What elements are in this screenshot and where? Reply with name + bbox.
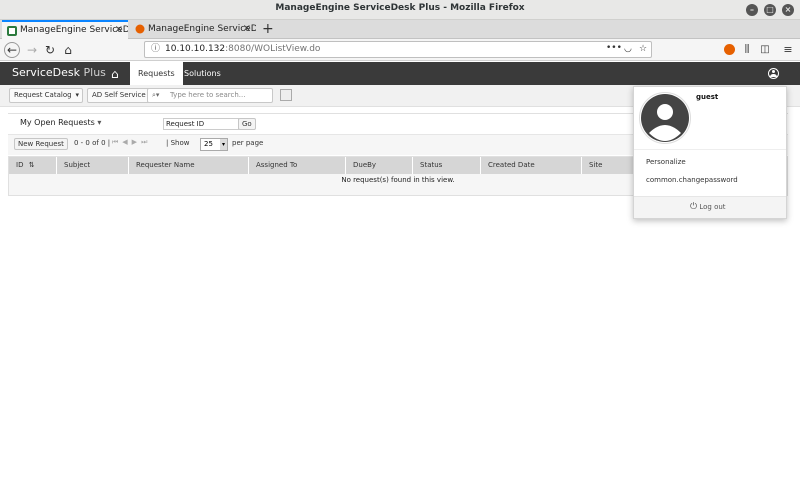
logout-button[interactable]: ⏻ Log out <box>690 202 726 212</box>
column-header-assigned[interactable]: Assigned To <box>249 157 346 174</box>
window-title: ManageEngine ServiceDesk Plus - Mozilla … <box>275 3 525 13</box>
url-host: 10.10.10.132 <box>165 44 226 54</box>
column-header-dueby[interactable]: DueBy <box>346 157 413 174</box>
menu-item-change-password[interactable]: common.changepassword <box>646 176 738 184</box>
window-titlebar: ManageEngine ServiceDesk Plus - Mozilla … <box>0 0 800 20</box>
browser-tab-1[interactable]: ManageEngine ServiceDe × <box>2 20 128 39</box>
url-bar[interactable]: ⓘ 10.10.10.132:8080/WOListView.do ••• ◡ … <box>144 41 652 58</box>
home-nav-icon[interactable]: ⌂ <box>111 67 119 81</box>
chevron-down-icon: ▾ <box>97 118 102 127</box>
request-search-field[interactable]: Request ID <box>163 118 239 130</box>
show-label: | Show <box>166 139 190 147</box>
tab-requests[interactable]: Requests <box>130 62 183 85</box>
username: guest <box>696 93 719 101</box>
toolbar-search-input[interactable]: ⌕▾ Type here to search... <box>147 88 273 103</box>
servicedesk-logo[interactable]: ServiceDesk Plus <box>12 66 106 79</box>
tab-close-icon[interactable]: × <box>243 20 251 38</box>
per-page-label: per page <box>232 139 264 147</box>
library-icon[interactable]: ⫼ <box>739 42 755 58</box>
home-icon[interactable]: ⌂ <box>60 42 76 58</box>
close-icon[interactable]: × <box>782 4 794 16</box>
go-button[interactable]: Go <box>238 118 256 130</box>
logo-suffix: Plus <box>83 66 106 79</box>
maximize-icon[interactable]: □ <box>764 4 776 16</box>
new-request-button[interactable]: New Request <box>14 138 68 150</box>
pager-nav-icons[interactable]: ⏮◀▶⏭ <box>112 138 151 147</box>
browser-tab-2[interactable]: ManageEngine ServiceDe × <box>130 20 256 39</box>
per-page-select[interactable]: 25 ▾ <box>200 138 228 151</box>
page-actions-icon[interactable]: ••• <box>606 41 622 56</box>
browser-tab-label: ManageEngine ServiceDe <box>20 25 128 35</box>
browser-navbar: ← → ↻ ⌂ ⓘ 10.10.10.132:8080/WOListView.d… <box>0 39 800 61</box>
view-filter-label: My Open Requests <box>20 118 95 127</box>
user-avatar <box>639 92 691 144</box>
chevron-down-icon: ▾ <box>75 91 79 99</box>
power-icon: ⏻ <box>690 202 698 212</box>
per-page-value: 25 <box>204 140 213 148</box>
logout-footer: ⏻ Log out <box>634 196 786 218</box>
search-placeholder: Type here to search... <box>170 91 246 99</box>
tab-close-icon[interactable]: × <box>115 22 123 38</box>
hamburger-menu-icon[interactable]: ≡ <box>780 42 796 58</box>
browser-tabbar: ManageEngine ServiceDe × ManageEngine Se… <box>0 20 800 39</box>
avatar-icon <box>641 94 689 142</box>
user-menu-dropdown: guest Personalize common.changepassword … <box>633 86 787 219</box>
back-icon[interactable]: ← <box>4 42 20 58</box>
logout-label: Log out <box>699 203 726 211</box>
column-header-requester[interactable]: Requester Name <box>129 157 249 174</box>
url-path: :8080/WOListView.do <box>225 44 321 54</box>
app-navbar: ServiceDesk Plus ⌂ Requests Solutions <box>0 62 800 85</box>
tab-solutions[interactable]: Solutions <box>176 62 229 85</box>
firefox-favicon-icon <box>135 24 145 34</box>
sort-icon[interactable]: ⇅ <box>29 161 35 169</box>
request-catalog-dropdown[interactable]: Request Catalog ▾ <box>9 88 83 103</box>
ad-self-service-button[interactable]: AD Self Service <box>87 88 151 103</box>
column-header-id[interactable]: ID ⇅ <box>9 157 57 174</box>
info-icon[interactable]: ⓘ <box>151 42 160 57</box>
reload-icon[interactable]: ↻ <box>42 42 58 58</box>
extension-icon[interactable] <box>724 44 735 55</box>
servicedesk-favicon-icon <box>7 26 17 36</box>
menu-item-personalize[interactable]: Personalize <box>646 158 686 166</box>
minimize-icon[interactable]: – <box>746 4 758 16</box>
column-header-subject[interactable]: Subject <box>57 157 129 174</box>
pager-range: 0 - 0 of 0 | <box>74 139 111 147</box>
view-filter-dropdown[interactable]: My Open Requests ▾ <box>20 118 101 127</box>
pager-range-text: 0 - 0 of 0 <box>74 139 106 147</box>
pocket-icon[interactable]: ◡ <box>624 42 632 57</box>
browser-tab-label: ManageEngine ServiceDe <box>148 24 256 34</box>
logo-main: ServiceDesk <box>12 66 80 79</box>
chevron-down-icon: ▾ <box>220 139 227 150</box>
sidebar-icon[interactable]: ◫ <box>757 42 773 58</box>
forward-icon[interactable]: → <box>24 42 40 58</box>
request-catalog-label: Request Catalog <box>14 91 72 99</box>
search-icon: ⌕▾ <box>152 91 160 99</box>
user-avatar-icon[interactable] <box>768 68 779 79</box>
advanced-search-icon[interactable] <box>280 89 292 101</box>
column-header-status[interactable]: Status <box>413 157 481 174</box>
new-tab-icon[interactable]: + <box>262 21 274 37</box>
bookmark-star-icon[interactable]: ☆ <box>639 42 647 57</box>
column-header-created[interactable]: Created Date <box>481 157 582 174</box>
